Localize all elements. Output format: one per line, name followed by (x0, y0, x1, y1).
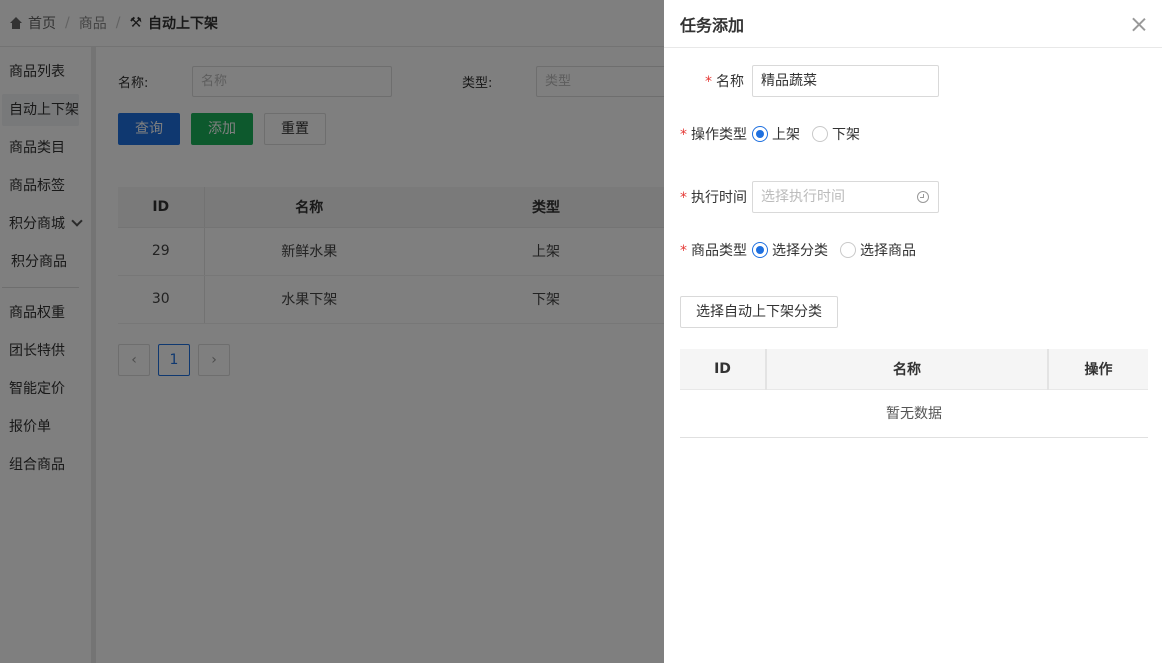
radio-unchecked-icon (840, 242, 856, 258)
goods-type-radio-group: 选择分类 选择商品 (752, 240, 916, 260)
form-row-exec-time: * 执行时间 选择执行时间 (680, 181, 939, 213)
selected-category-table: ID 名称 操作 暂无数据 (680, 349, 1148, 438)
name-input[interactable]: 精品蔬菜 (752, 65, 939, 97)
exec-time-label: * 执行时间 (680, 190, 747, 206)
radio-off-shelf[interactable]: 下架 (812, 124, 860, 144)
drawer-header: 任务添加 (664, 0, 1162, 48)
radio-select-category[interactable]: 选择分类 (752, 240, 828, 260)
radio-checked-icon (752, 126, 768, 142)
empty-data-text: 暂无数据 (680, 389, 1148, 438)
form-row-name: * 名称 精品蔬菜 (680, 65, 939, 97)
select-category-button[interactable]: 选择自动上下架分类 (680, 296, 838, 328)
form-row-goods-type: * 商品类型 选择分类 选择商品 (680, 240, 916, 260)
table-header-action: 操作 (1047, 349, 1148, 390)
task-add-drawer: 任务添加 * 名称 精品蔬菜 * 操作类型 上架 下架 * 执行时间 选择执行时间 *… (664, 0, 1162, 663)
radio-checked-icon (752, 242, 768, 258)
name-label: * 名称 (705, 74, 744, 90)
radio-unchecked-icon (812, 126, 828, 142)
op-type-label: * 操作类型 (680, 127, 747, 143)
op-type-radio-group: 上架 下架 (752, 124, 860, 144)
clock-icon (917, 191, 929, 203)
table-header-name: 名称 (766, 349, 1048, 390)
exec-time-picker[interactable]: 选择执行时间 (752, 181, 939, 213)
radio-select-goods[interactable]: 选择商品 (840, 240, 916, 260)
radio-on-shelf[interactable]: 上架 (752, 124, 800, 144)
drawer-title: 任务添加 (680, 15, 745, 35)
close-icon[interactable] (1132, 17, 1146, 31)
table-header-id: ID (680, 349, 767, 390)
form-row-op-type: * 操作类型 上架 下架 (680, 124, 860, 144)
goods-type-label: * 商品类型 (680, 243, 747, 259)
